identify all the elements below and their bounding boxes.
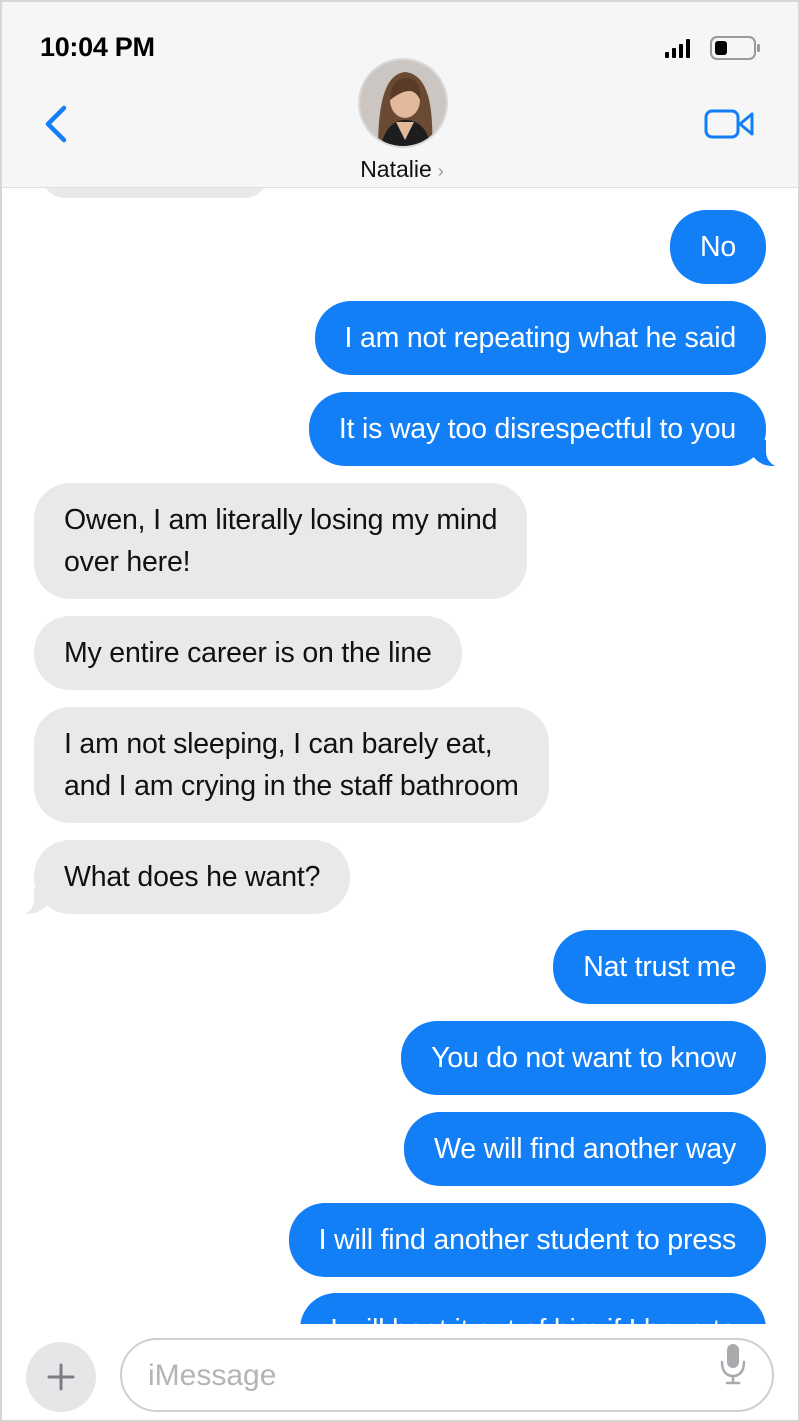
contact-name-label: Natalie [360, 156, 432, 182]
chevron-right-icon: › [437, 161, 444, 181]
message-sent[interactable]: It is way too disrespectful to you [308, 392, 797, 468]
message-field[interactable] [120, 1338, 774, 1412]
message-text: It is way too disrespectful to you [338, 413, 736, 445]
plus-icon [47, 1363, 75, 1391]
message-text: We will find another way [434, 1133, 736, 1165]
message-text: I am not sleeping, I can barely eat, [64, 728, 493, 760]
message-text: I am not repeating what he said [344, 322, 737, 354]
battery-icon [710, 36, 760, 60]
message-text: No [699, 231, 736, 263]
message-received[interactable]: What does he want? [3, 840, 351, 916]
message-received[interactable]: My entire career is on the line [34, 616, 462, 690]
messages-screen: 10:04 PM Natalie › No I am not repeating… [0, 0, 800, 1422]
message-sent[interactable]: I am not repeating what he said [314, 301, 766, 375]
message-sent[interactable]: You do not want to know [401, 1021, 766, 1095]
message-sent[interactable]: No [669, 210, 766, 284]
message-sent[interactable]: Nat trust me [553, 930, 766, 1004]
avatar-photo [360, 60, 446, 146]
imessage-input[interactable] [148, 1354, 708, 1398]
message-text: What does he want? [64, 861, 321, 893]
add-attachment-button[interactable] [26, 1342, 96, 1412]
message-text: and I am crying in the staff bathroom [64, 770, 519, 802]
compose-bar [2, 1324, 798, 1420]
message-text: You do not want to know [431, 1042, 736, 1074]
message-received[interactable]: Owen, I am literally losing my mind over… [34, 483, 528, 599]
message-text: Owen, I am literally losing my mind [64, 504, 498, 536]
message-text: Nat trust me [583, 951, 736, 983]
message-text: over here! [64, 546, 191, 578]
message-text: My entire career is on the line [64, 637, 432, 669]
status-time: 10:04 PM [40, 32, 155, 62]
message-sent[interactable]: I will find another student to press [288, 1203, 766, 1277]
message-sent[interactable]: We will find another way [404, 1112, 766, 1186]
signal-icon [665, 39, 690, 58]
video-camera-icon[interactable] [704, 106, 754, 142]
message-text: I will find another student to press [318, 1224, 737, 1256]
microphone-icon[interactable] [718, 1342, 748, 1386]
contact-name[interactable]: Natalie › [2, 156, 798, 183]
back-chevron-icon[interactable] [40, 102, 74, 146]
conversation-header: 10:04 PM Natalie › [2, 2, 798, 188]
contact-avatar[interactable] [358, 58, 448, 148]
message-received[interactable]: I am not sleeping, I can barely eat, and… [34, 707, 549, 823]
